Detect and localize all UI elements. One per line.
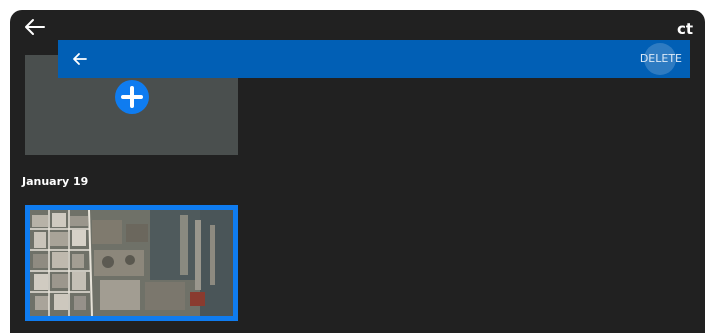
aerial-map-photo <box>30 210 233 316</box>
date-section-header: January 19 <box>22 175 89 188</box>
arrow-left-icon <box>25 19 45 35</box>
selection-action-bar: DELETE <box>58 40 690 78</box>
delete-button[interactable]: DELETE <box>640 44 682 74</box>
gallery-screen: ct January 19 DELETE <box>10 10 705 333</box>
photo-thumbnail-selected[interactable] <box>25 205 238 321</box>
selection-back-button[interactable] <box>72 51 88 67</box>
add-photo-button[interactable] <box>115 80 149 114</box>
plus-circle-icon <box>121 86 143 108</box>
delete-label: DELETE <box>639 52 682 65</box>
arrow-left-icon <box>73 53 87 65</box>
top-action-label[interactable]: ct <box>677 20 693 38</box>
back-button[interactable] <box>24 16 46 38</box>
